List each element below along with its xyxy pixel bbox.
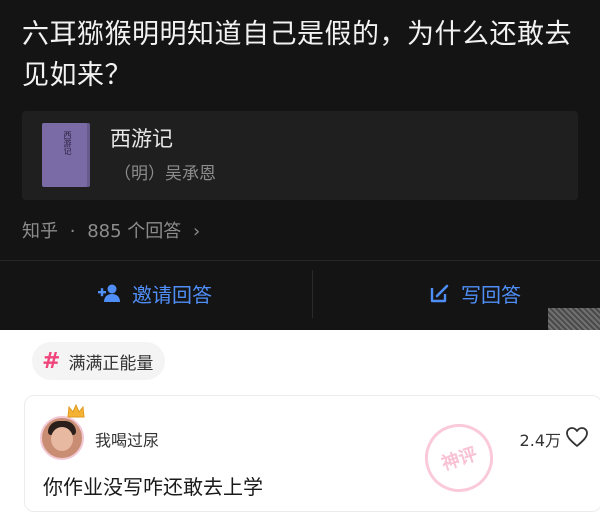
comment-card: 我喝过尿 神评 2.4万 你作业没写咋还敢去上学: [24, 395, 600, 512]
question-panel: 六耳猕猴明明知道自己是假的，为什么还敢去见如来？ 西游记 西游记 （明）吴承恩 …: [0, 0, 600, 330]
username[interactable]: 我喝过尿: [95, 427, 159, 451]
answer-meta[interactable]: 知乎 · 885 个回答 ›: [22, 217, 200, 243]
comment-panel: # 满满正能量 我喝过尿 神评 2.4万 你作业没写咋还敢去上学: [0, 330, 600, 512]
book-cover: 西游记: [42, 123, 90, 187]
book-cover-text: 西游记: [63, 131, 72, 155]
invite-answer-button[interactable]: 邀请回答: [98, 276, 212, 310]
question-title[interactable]: 六耳猕猴明明知道自己是假的，为什么还敢去见如来？: [22, 14, 587, 96]
book-author: （明）吴承恩: [114, 164, 216, 184]
meta-separator: ·: [69, 221, 76, 242]
book-title: 西游记: [110, 127, 173, 151]
comment-text: 你作业没写咋还敢去上学: [43, 475, 263, 499]
stamp-text: 神评: [439, 443, 480, 475]
watermark: [548, 308, 600, 330]
invite-answer-label: 邀请回答: [132, 282, 212, 307]
topic-label: 满满正能量: [68, 353, 154, 374]
like-count: 2.4万: [519, 431, 561, 450]
edit-icon: [430, 284, 449, 303]
write-answer-button[interactable]: 写回答: [429, 276, 521, 310]
avatar[interactable]: [40, 416, 84, 460]
write-answer-label: 写回答: [461, 282, 521, 307]
chevron-right-icon: ›: [193, 221, 201, 242]
divider: [312, 270, 313, 318]
topic-tag[interactable]: # 满满正能量: [32, 342, 166, 380]
crown-icon: [67, 404, 85, 418]
heart-icon[interactable]: [565, 426, 589, 448]
hashtag-icon: #: [42, 348, 61, 374]
add-person-icon: [98, 284, 120, 302]
answer-count: 885 个回答: [87, 221, 182, 242]
source-label: 知乎: [22, 221, 58, 242]
hot-comment-stamp: 神评: [416, 415, 502, 501]
divider: [0, 260, 600, 261]
book-card[interactable]: 西游记 西游记 （明）吴承恩: [22, 111, 578, 200]
